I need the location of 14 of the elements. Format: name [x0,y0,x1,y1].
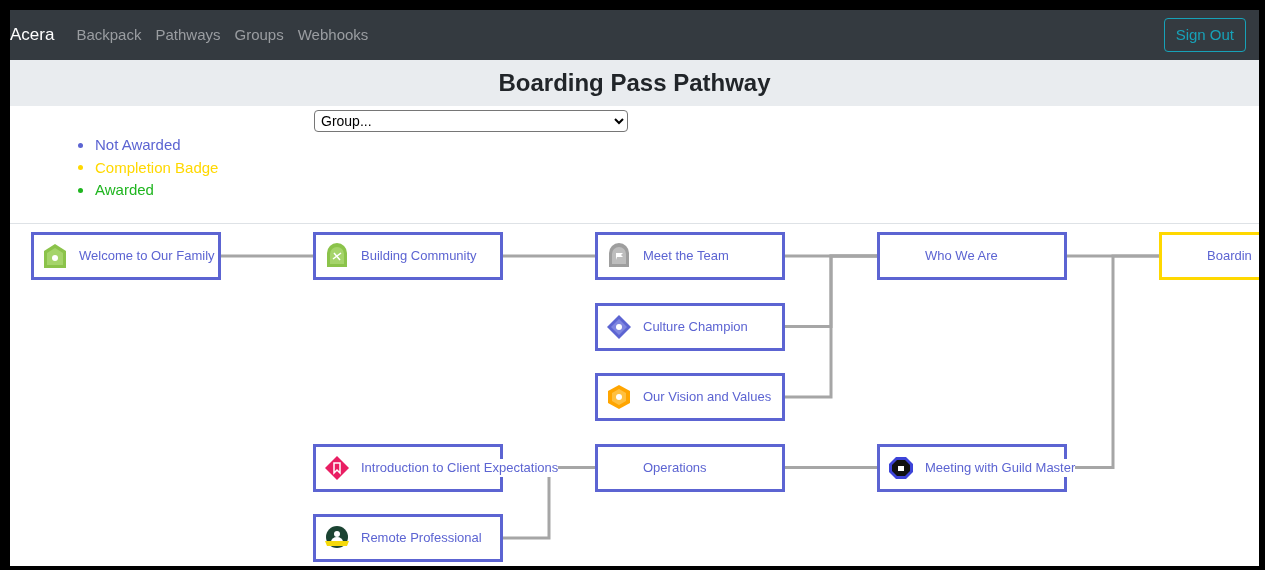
legend-label: Completion Badge [95,157,219,178]
page-title: Boarding Pass Pathway [498,68,771,98]
brand[interactable]: Acera [10,22,55,48]
legend-label: Awarded [95,180,154,200]
nav-link[interactable]: Groups [234,23,284,47]
nav-link[interactable]: Webhooks [297,23,369,47]
group-select[interactable]: Group... [314,110,628,132]
nav-link[interactable]: Pathways [155,23,221,47]
node-label: Introduction to Client Expectations [361,458,559,477]
node-label: Meeting with Guild Master [925,458,1076,477]
legend-label: Not Awarded [95,135,181,155]
sign-out-button[interactable]: Sign Out [1163,18,1246,52]
pathway-node[interactable] [595,443,785,492]
nav-link[interactable]: Backpack [76,23,142,47]
